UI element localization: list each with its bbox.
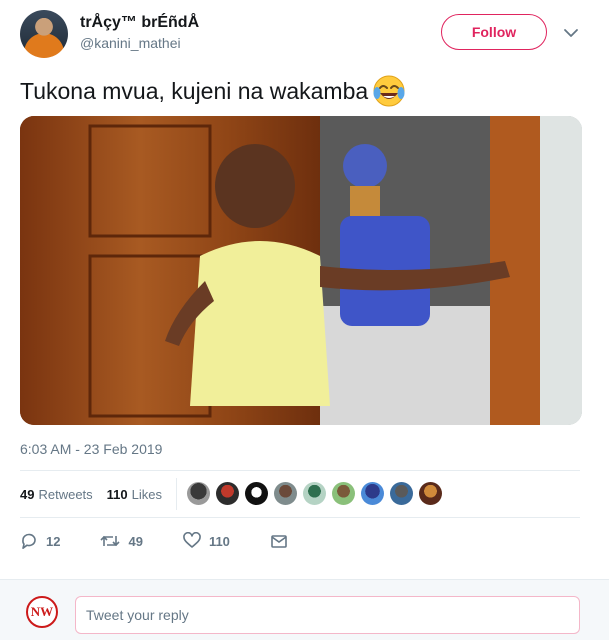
tweet-header: trÅçy™ brÉñdÅ @kanini_mathei Follow bbox=[0, 0, 609, 66]
liker-avatar[interactable] bbox=[216, 482, 239, 505]
heart-icon bbox=[183, 532, 201, 548]
engagement-stats: 49 Retweets 110 Likes bbox=[20, 484, 176, 504]
retweets-stat[interactable]: 49 Retweets bbox=[20, 487, 93, 502]
tweet-timestamp[interactable]: 6:03 AM - 23 Feb 2019 bbox=[20, 441, 162, 457]
reply-input[interactable] bbox=[75, 596, 580, 634]
liker-avatar[interactable] bbox=[361, 482, 384, 505]
likes-count: 110 bbox=[106, 486, 128, 502]
tweet-actions: 12 49 110 bbox=[20, 530, 336, 552]
author-handle[interactable]: @kanini_mathei bbox=[80, 35, 181, 51]
follow-button[interactable]: Follow bbox=[441, 14, 547, 50]
liker-avatar[interactable] bbox=[245, 482, 268, 505]
liker-avatar[interactable] bbox=[390, 482, 413, 505]
retweet-count: 49 bbox=[128, 533, 143, 549]
liker-avatar[interactable] bbox=[274, 482, 297, 505]
author-avatar[interactable] bbox=[20, 10, 68, 58]
liker-avatar[interactable] bbox=[332, 482, 355, 505]
like-count: 110 bbox=[208, 533, 230, 549]
reply-icon bbox=[22, 533, 36, 549]
retweets-label: Retweets bbox=[38, 486, 93, 502]
likes-stat[interactable]: 110 Likes bbox=[107, 487, 162, 502]
retweets-count: 49 bbox=[20, 486, 35, 502]
reply-count: 12 bbox=[46, 533, 61, 549]
likes-label: Likes bbox=[131, 486, 163, 502]
liker-avatar[interactable] bbox=[187, 482, 210, 505]
liker-avatar[interactable] bbox=[419, 482, 442, 505]
stats-separator bbox=[176, 478, 177, 510]
tweet-photo[interactable] bbox=[20, 116, 582, 425]
reply-button[interactable]: 12 bbox=[20, 532, 60, 550]
liker-avatar[interactable] bbox=[303, 482, 326, 505]
author-display-name[interactable]: trÅçy™ brÉñdÅ bbox=[80, 14, 199, 32]
direct-message-button[interactable] bbox=[270, 532, 296, 550]
like-button[interactable]: 110 bbox=[183, 532, 230, 550]
divider bbox=[20, 517, 580, 518]
envelope-icon bbox=[271, 535, 287, 548]
retweet-button[interactable]: 49 bbox=[100, 532, 143, 550]
face-with-tears-of-joy-icon bbox=[373, 75, 405, 107]
tweet-text: Tukona mvua, kujeni na wakamba bbox=[20, 74, 406, 108]
reply-user-avatar[interactable]: NW bbox=[26, 596, 58, 628]
retweet-icon bbox=[100, 535, 121, 547]
chevron-down-icon[interactable] bbox=[562, 24, 580, 42]
reply-bar: NW bbox=[0, 579, 609, 640]
tweet-text-content: Tukona mvua, kujeni na wakamba bbox=[20, 77, 369, 104]
liker-avatars bbox=[187, 482, 442, 505]
divider bbox=[20, 470, 580, 471]
